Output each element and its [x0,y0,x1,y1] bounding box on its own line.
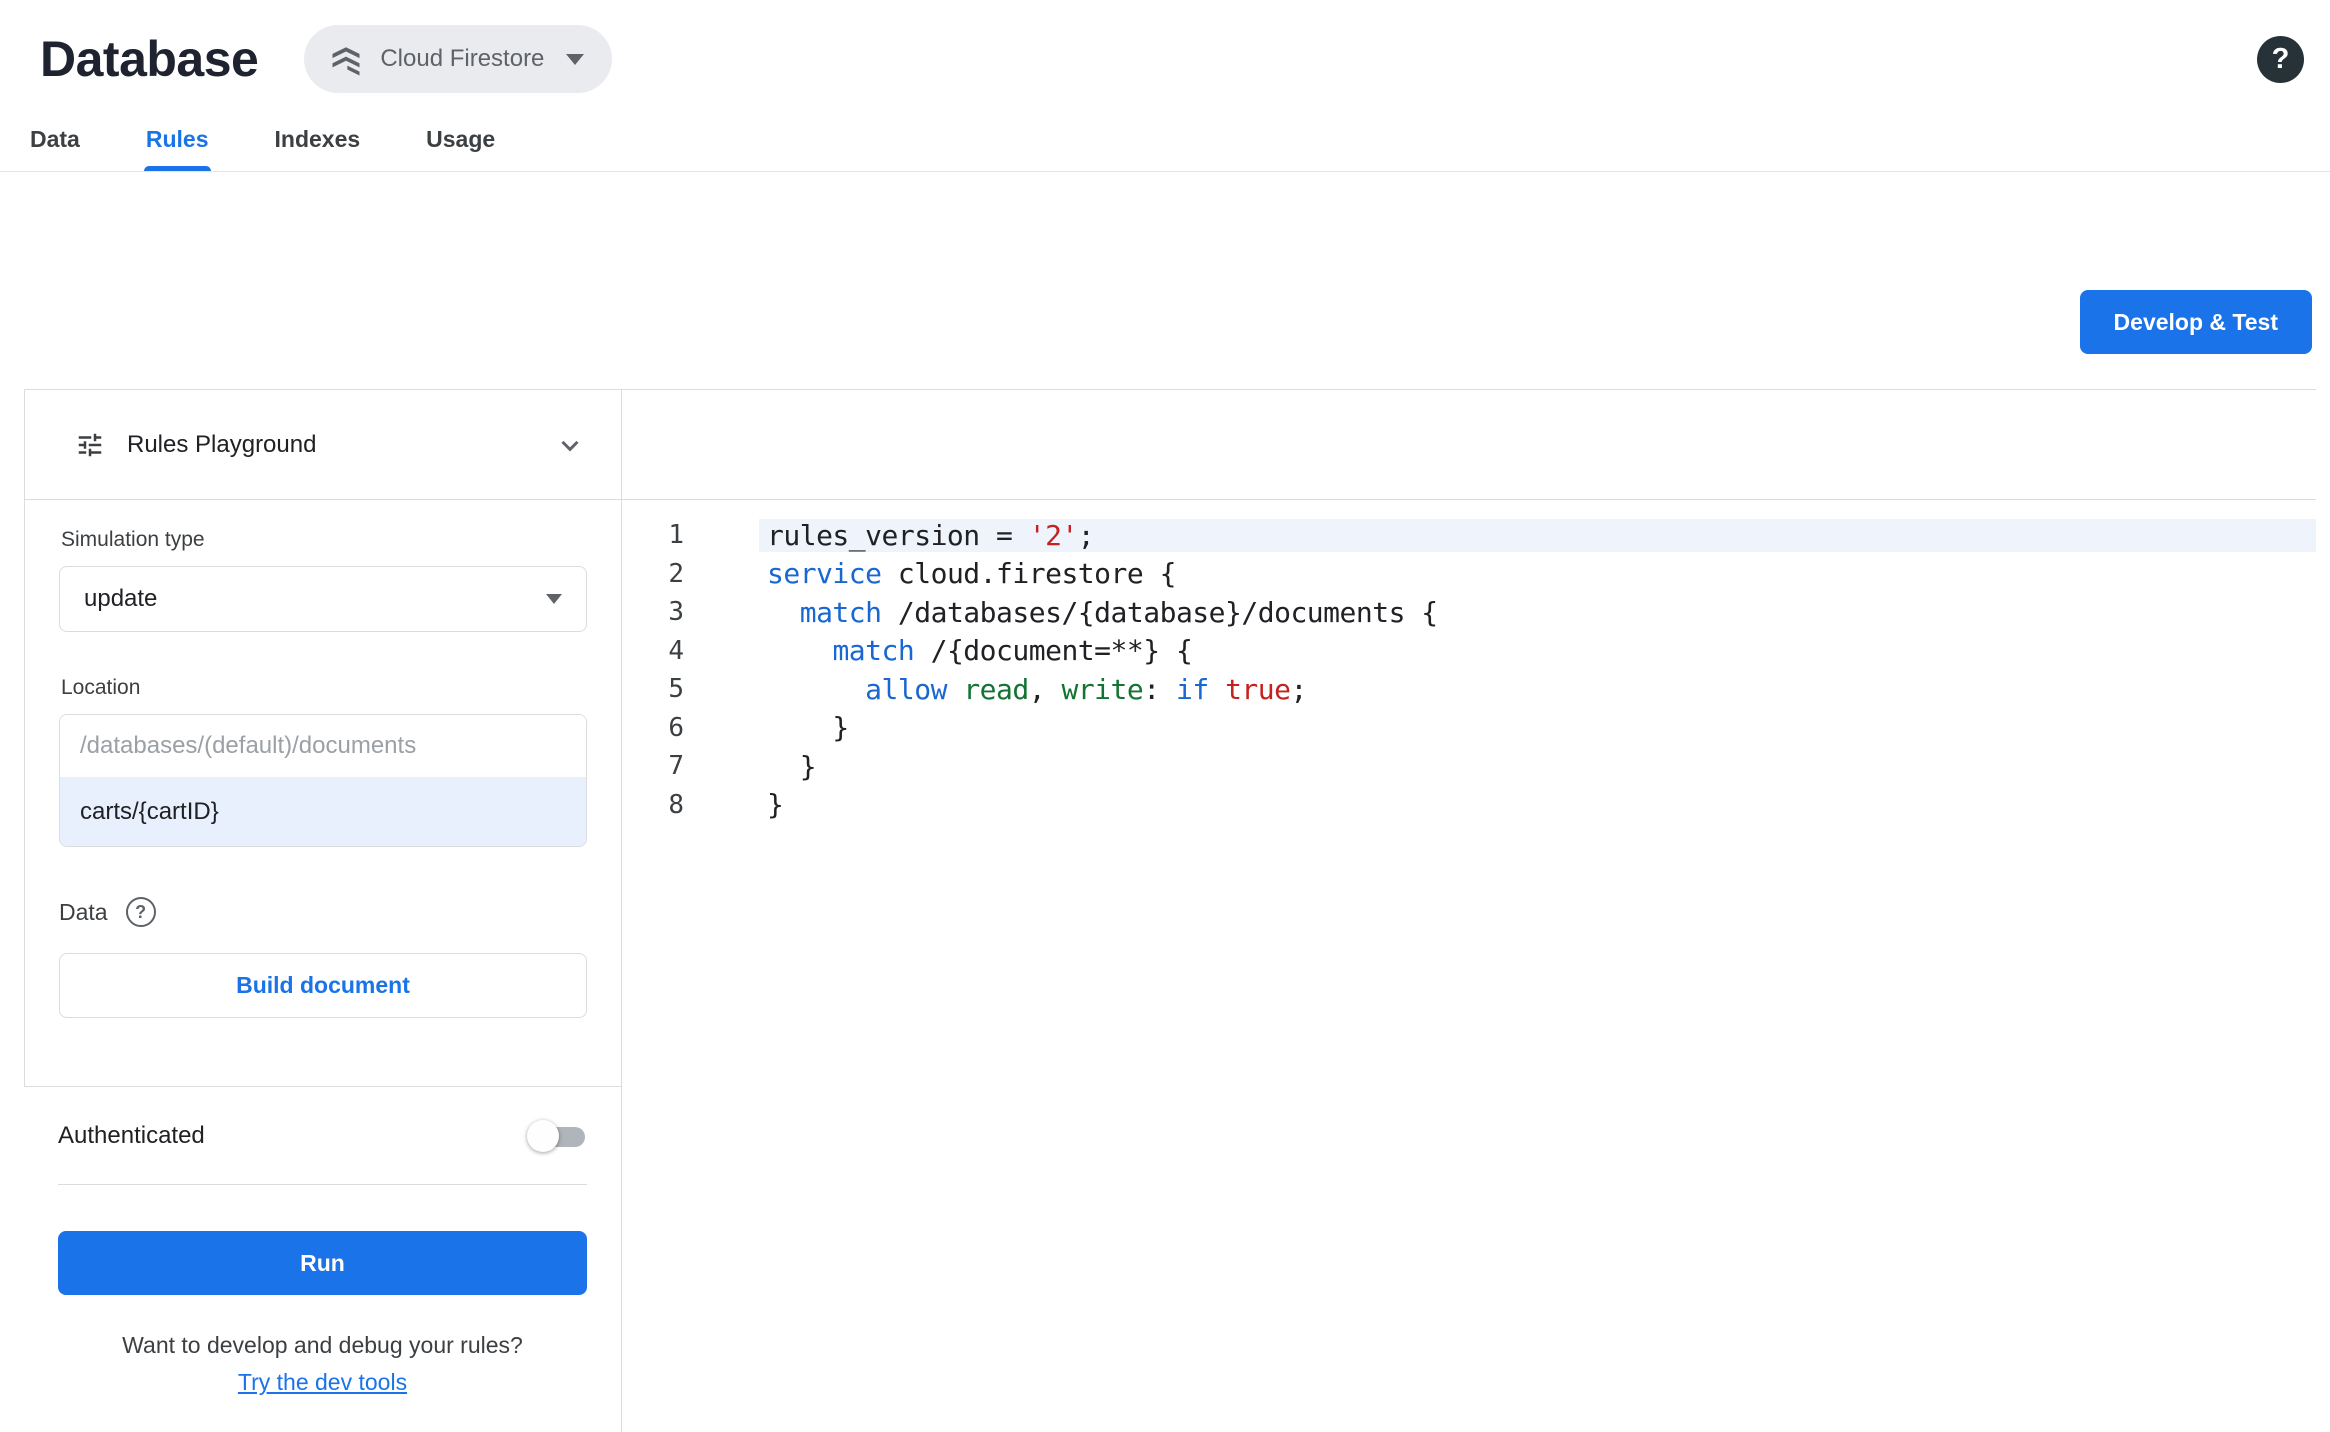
code-text: allow read, write: if true; [865,672,1307,706]
chevron-down-icon [566,53,585,65]
run-button[interactable]: Run [58,1231,587,1295]
help-button[interactable]: ? [2257,35,2304,83]
line-number: 8 [668,789,684,820]
code-text: } [767,749,817,783]
build-document-button[interactable]: Build document [59,953,587,1018]
dev-tools-text: Want to develop and debug your rules? [122,1332,523,1358]
line-number: 6 [668,712,684,743]
panel-header-spacer [622,390,2316,499]
panel-body: Simulation type update Location /databas… [24,500,2316,1432]
question-mark-icon: ? [2271,42,2290,75]
code-line[interactable]: 2 service cloud.firestore { [622,555,2316,594]
dropdown-caret-icon [546,594,562,604]
code-text: } [767,788,784,822]
panel-header: Rules Playground [24,390,2316,500]
authenticated-row: Authenticated [58,1087,587,1185]
code-line[interactable]: 4 match /{document=**} { [622,632,2316,671]
simulation-type-label: Simulation type [61,528,205,551]
page-title: Database [40,31,259,87]
authenticated-toggle[interactable] [527,1119,587,1153]
product-chip-label: Cloud Firestore [380,45,545,72]
tab-indexes[interactable]: Indexes [273,114,363,171]
tune-icon [75,430,105,460]
code-text: rules_version = '2'; [759,518,2316,552]
code-text: } [767,711,849,745]
collapse-chevron-icon[interactable] [555,430,585,460]
data-label: Data [59,898,108,925]
question-mark-icon: ? [135,901,147,922]
rules-code-editor[interactable]: 1 rules_version = '2'; 2 service cloud.fire… [622,500,2316,1432]
line-number: 4 [668,635,684,666]
playground-actions: Authenticated Run Want to develop and de… [24,1087,621,1396]
code-text: match /databases/{database}/documents { [799,595,1438,629]
toggle-knob [527,1119,559,1152]
line-number: 7 [668,751,684,782]
code-line[interactable]: 6 } [622,709,2316,748]
code-lines: 1 rules_version = '2'; 2 service cloud.fire… [622,516,2316,824]
authenticated-label: Authenticated [58,1121,205,1149]
location-prefix: /databases/(default)/documents [60,715,586,777]
playground-sidebar: Simulation type update Location /databas… [24,500,622,1432]
location-label: Location [61,676,141,699]
product-selector-chip[interactable]: Cloud Firestore [304,25,613,93]
code-line[interactable]: 5 allow read, write: if true; [622,670,2316,709]
tab-bar: Data Rules Indexes Usage [0,100,2330,172]
playground-form: Simulation type update Location /databas… [24,500,621,1087]
code-text: match /{document=**} { [832,634,1193,668]
rules-playground-header[interactable]: Rules Playground [24,390,622,499]
line-number: 1 [668,520,684,551]
tab-rules[interactable]: Rules [143,114,211,171]
rules-panel: Rules Playground Simulation type update … [24,389,2316,1432]
location-field: /databases/(default)/documents carts/{ca… [59,714,587,847]
location-input[interactable]: carts/{cartID} [60,777,586,846]
app-header: Database Cloud Firestore ? [0,0,2330,100]
develop-and-test-button[interactable]: Develop & Test [2079,290,2312,354]
data-help-icon[interactable]: ? [125,897,156,927]
code-line[interactable]: 8} [622,786,2316,825]
simulation-type-value: update [84,585,158,612]
dev-tools-link[interactable]: Try the dev tools [58,1369,587,1396]
rules-playground-title: Rules Playground [127,430,317,458]
line-number: 3 [668,597,684,628]
tab-usage[interactable]: Usage [424,114,497,171]
simulation-type-select[interactable]: update [59,566,587,632]
line-number: 5 [668,674,684,705]
tab-data[interactable]: Data [28,114,82,171]
code-text: service cloud.firestore { [767,557,1176,591]
cloud-firestore-icon [328,41,364,77]
code-line[interactable]: 7 } [622,747,2316,786]
line-number: 2 [668,558,684,589]
code-line[interactable]: 1 rules_version = '2'; [622,516,2316,555]
data-section-header: Data ? [59,897,587,927]
code-line[interactable]: 3 match /databases/{database}/documents … [622,593,2316,632]
